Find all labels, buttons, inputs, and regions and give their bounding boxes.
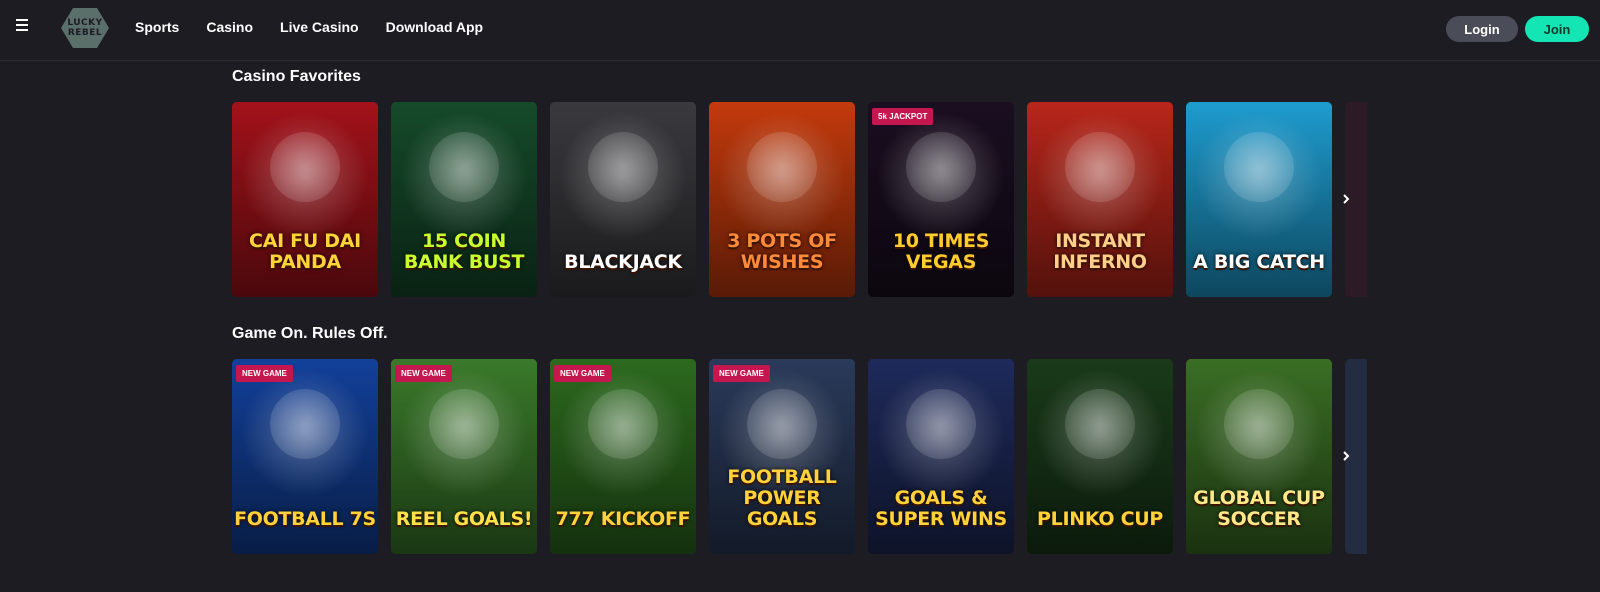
logo-line1: LUCKY [67,18,103,28]
nav-sports[interactable]: Sports [135,19,179,35]
game-emblem [906,389,976,459]
game-emblem [588,389,658,459]
logo[interactable]: LUCKY REBEL [61,8,109,48]
game-emblem [1224,389,1294,459]
game-title: 10 Times Vegas [892,230,990,273]
game-emblem [1065,389,1135,459]
section-title-game-on: Game On. Rules Off. [232,325,388,342]
game-title: Plinko Cup [1037,508,1163,530]
game-tile[interactable]: Cai Fu Dai Panda [232,102,378,297]
chevron-right-icon[interactable] [1340,450,1352,462]
nav-download-app[interactable]: Download App [386,19,483,35]
hamburger-icon[interactable] [16,19,28,31]
login-button[interactable]: Login [1446,16,1518,42]
game-emblem [747,132,817,202]
chevron-right-icon[interactable] [1340,193,1352,205]
game-tile[interactable]: Global Cup Soccer [1186,359,1332,554]
game-tile[interactable]: NEW GAME Reel Goals! [391,359,537,554]
game-title: Cai Fu Dai Panda [249,230,361,273]
game-tile[interactable]: NEW GAME 777 Kickoff [550,359,696,554]
game-badge: NEW GAME [236,365,293,382]
game-title: 777 Kickoff [555,508,691,530]
game-title: Goals & Super Wins [875,487,1007,530]
game-title: 15 Coin Bank Bust [403,230,525,273]
game-emblem [588,132,658,202]
game-tile[interactable]: Instant Inferno [1027,102,1173,297]
game-row-casino-favorites: Cai Fu Dai Panda 15 Coin Bank Bust Blackja… [232,102,1368,297]
game-title: Football 7s [234,508,376,530]
game-tile[interactable]: A Big Catch [1186,102,1332,297]
game-tile[interactable]: 5k JACKPOT 10 Times Vegas [868,102,1014,297]
game-emblem [270,132,340,202]
game-emblem [747,389,817,459]
game-tile[interactable]: 3 Pots of Wishes [709,102,855,297]
join-button[interactable]: Join [1525,16,1589,42]
game-title: 3 Pots of Wishes [727,230,837,273]
game-badge: 5k JACKPOT [872,108,934,125]
game-tile[interactable]: NEW GAME Football Power Goals [709,359,855,554]
section-title-casino-favorites: Casino Favorites [232,68,361,85]
game-title: Football Power Goals [727,466,837,530]
game-title: Blackjack [564,251,682,273]
game-tile[interactable]: NEW GAME Football 7s [232,359,378,554]
game-badge: NEW GAME [395,365,452,382]
main-nav: Sports Casino Live Casino Download App [135,19,483,35]
game-title: Instant Inferno [1053,230,1147,273]
game-row-game-on: NEW GAME Football 7s NEW GAME Reel Goals! NE… [232,359,1368,554]
game-tile[interactable]: Goals & Super Wins [868,359,1014,554]
logo-line2: REBEL [67,28,103,38]
nav-casino[interactable]: Casino [206,19,253,35]
game-emblem [906,132,976,202]
game-emblem [1065,132,1135,202]
nav-live-casino[interactable]: Live Casino [280,19,359,35]
game-emblem [270,389,340,459]
game-badge: NEW GAME [713,365,770,382]
game-tile[interactable]: 15 Coin Bank Bust [391,102,537,297]
game-title: Reel Goals! [395,508,533,530]
game-badge: NEW GAME [554,365,611,382]
game-emblem [429,389,499,459]
game-emblem [429,132,499,202]
game-title: A Big Catch [1193,251,1325,273]
game-tile[interactable]: Plinko Cup [1027,359,1173,554]
game-title: Global Cup Soccer [1193,487,1325,530]
game-emblem [1224,132,1294,202]
top-bar: LUCKY REBEL Sports Casino Live Casino Do… [0,0,1600,61]
game-tile[interactable]: Blackjack [550,102,696,297]
